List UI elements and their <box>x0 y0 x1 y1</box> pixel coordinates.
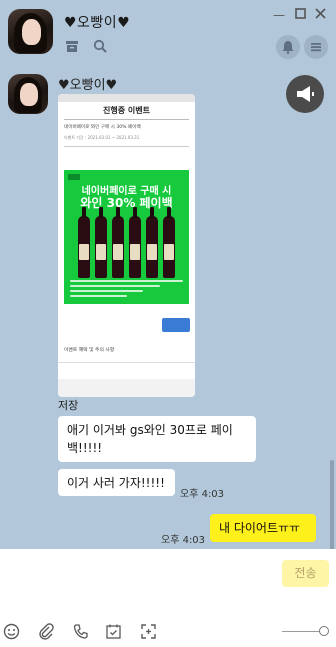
wine-bottle <box>146 207 158 278</box>
font-size-slider-track[interactable] <box>282 631 324 632</box>
message-input-area[interactable]: 전송 <box>0 549 336 647</box>
message-time: 오후 4:03 <box>161 535 206 546</box>
chat-window: ♥오빵이♥ — ♥오빵이♥ 진행중 이벤트 네이버페이로 와인 구매 시 30%… <box>0 0 336 647</box>
close-icon[interactable] <box>313 8 327 22</box>
phone-browser-nav <box>58 362 195 378</box>
message-bubble-in[interactable]: 이거 사러 가자!!!!! <box>58 469 175 496</box>
message-bubble-in[interactable]: 애기 이거봐 gs와인 30프로 페이백!!!!! <box>58 416 256 462</box>
event-headline: 네이버페이로 와인 구매 시 30% 페이백 <box>64 125 141 130</box>
promo-banner: 네이버페이로 구매 시 와인 30% 페이백 <box>64 170 189 304</box>
chat-header: ♥오빵이♥ — <box>0 0 336 68</box>
chat-title: ♥오빵이♥ <box>64 15 131 31</box>
sender-name: ♥오빵이♥ <box>58 78 118 93</box>
minimize-icon[interactable]: — <box>272 8 286 22</box>
notification-button[interactable] <box>276 35 300 59</box>
drawer-icon[interactable] <box>65 38 81 54</box>
emoticon-icon[interactable] <box>3 623 21 641</box>
event-notice: 이벤트 혜택 및 주의 사항 <box>64 348 115 353</box>
send-button[interactable]: 전송 <box>282 560 329 587</box>
shared-image[interactable]: 진행중 이벤트 네이버페이로 와인 구매 시 30% 페이백 이벤트 기간 : … <box>58 94 195 397</box>
attach-file-icon[interactable] <box>38 623 56 641</box>
phone-status-bar <box>58 94 195 102</box>
wine-bottle <box>129 207 141 278</box>
phone-system-nav <box>58 379 195 397</box>
font-size-slider-knob[interactable] <box>319 626 329 636</box>
hamburger-icon <box>311 43 321 52</box>
wine-bottle <box>95 207 107 278</box>
wine-bottle <box>163 207 175 278</box>
calendar-icon[interactable] <box>105 623 123 641</box>
phone-event-button <box>162 318 190 332</box>
message-bubble-out[interactable]: 내 다이어트ㅠㅠ <box>210 514 316 542</box>
event-page-title: 진행중 이벤트 <box>64 102 189 120</box>
bell-icon <box>282 41 294 54</box>
search-icon[interactable] <box>93 38 109 54</box>
save-image-link[interactable]: 저장 <box>58 397 78 413</box>
call-icon[interactable] <box>72 623 90 641</box>
maximize-icon[interactable] <box>293 8 307 22</box>
event-period: 이벤트 기간 : 2021.03.01 ~ 2021.03.31 <box>64 135 140 140</box>
promo-notes <box>70 280 183 300</box>
sender-avatar[interactable] <box>8 74 48 114</box>
wine-bottle <box>112 207 124 278</box>
announcement-button[interactable] <box>286 75 324 113</box>
message-time: 오후 4:03 <box>180 489 225 500</box>
chat-messages[interactable]: ♥오빵이♥ 진행중 이벤트 네이버페이로 와인 구매 시 30% 페이백 이벤트… <box>0 68 336 612</box>
wine-bottle <box>78 207 90 278</box>
npay-logo <box>68 174 80 180</box>
capture-icon[interactable] <box>140 623 158 641</box>
profile-avatar[interactable] <box>8 9 53 54</box>
megaphone-icon <box>297 86 314 102</box>
menu-button[interactable] <box>304 35 328 59</box>
